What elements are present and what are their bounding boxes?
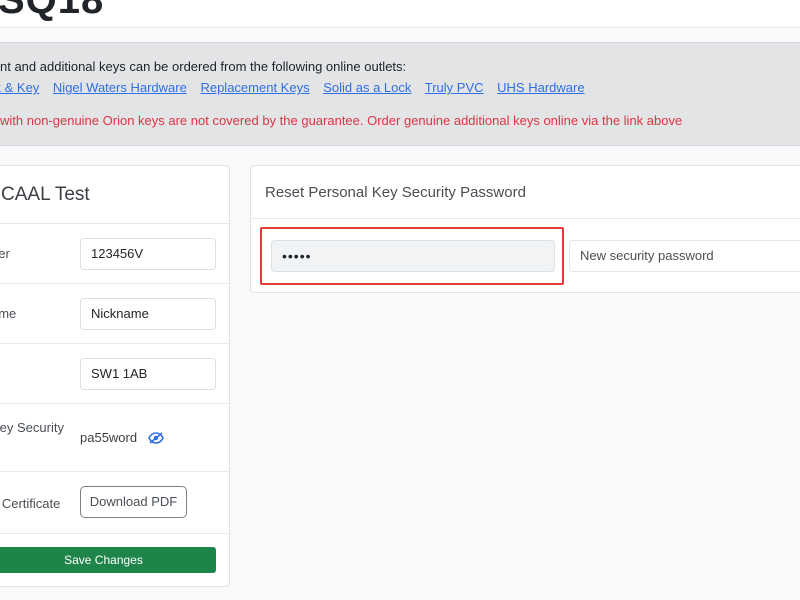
row-key-security-password: Key Security pa55word: [0, 404, 231, 472]
notice-intro: nt and additional keys can be ordered fr…: [0, 59, 407, 74]
nickname-field[interactable]: Nickname: [80, 298, 216, 330]
security-password-text: pa55word: [80, 430, 138, 445]
eye-slash-icon[interactable]: [148, 432, 164, 444]
key-number-label: ber: [0, 246, 10, 261]
reset-password-title: Reset Personal Key Security Password: [265, 184, 526, 201]
certificate-label: e Certificate: [0, 496, 61, 511]
new-security-password-input[interactable]: New security password: [569, 240, 800, 272]
key-order-notice: nt and additional keys can be ordered fr…: [0, 42, 800, 146]
postcode-field[interactable]: SW1 1AB: [80, 358, 216, 390]
outlet-link-solid-as-a-lock[interactable]: Solid as a Lock: [323, 80, 411, 95]
card-divider: [251, 218, 800, 219]
row-certificate: e Certificate Download PDF: [0, 472, 231, 534]
row-key-number: ber 123456V: [0, 224, 231, 284]
outlet-link-nigel-waters[interactable]: Nigel Waters Hardware: [53, 80, 187, 95]
guarantee-warning: with non-genuine Orion keys are not cove…: [0, 113, 683, 128]
top-header: SQ18: [0, 0, 800, 28]
nickname-label: ame: [0, 306, 17, 321]
key-card-title: CAAL Test: [1, 184, 90, 205]
key-number-field[interactable]: 123456V: [80, 238, 216, 270]
reset-password-card: Reset Personal Key Security Password •••…: [250, 165, 800, 293]
outlet-link-uhs-hardware[interactable]: UHS Hardware: [497, 80, 584, 95]
outlet-link-replacement-keys[interactable]: Replacement Keys: [200, 80, 309, 95]
save-changes-button[interactable]: Save Changes: [0, 547, 216, 573]
key-security-label: Key Security: [0, 420, 64, 435]
row-nickname: ame Nickname: [0, 284, 231, 344]
key-details-card: CAAL Test ber 123456V ame Nickname SW1 1…: [0, 165, 231, 587]
outlet-link-lock-and-key[interactable]: ck & Key: [0, 80, 39, 95]
current-password-field[interactable]: •••••: [271, 240, 555, 272]
row-postcode: SW1 1AB: [0, 344, 231, 404]
outlet-link-truly-pvc[interactable]: Truly PVC: [425, 80, 484, 95]
page-title: SQ18: [0, 0, 105, 22]
download-pdf-button[interactable]: Download PDF: [80, 486, 187, 518]
outlet-links: ck & Key Nigel Waters Hardware Replaceme…: [0, 80, 595, 95]
